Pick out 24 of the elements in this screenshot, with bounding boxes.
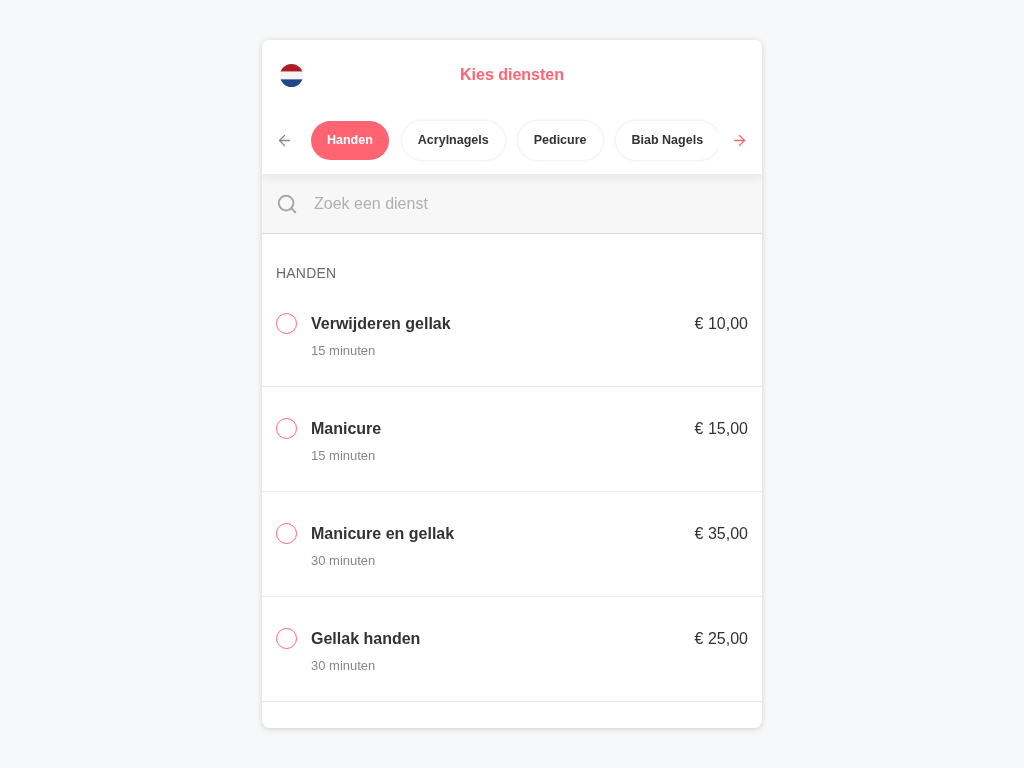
radio-button[interactable]: [276, 418, 297, 439]
service-duration: 30 minuten: [311, 553, 376, 568]
category-tab[interactable]: Pedicure: [517, 120, 603, 160]
service-duration: 15 minuten: [311, 448, 376, 463]
flag-icon[interactable]: [280, 63, 303, 87]
service-price: € 10,00: [694, 314, 748, 333]
service-price: € 25,00: [694, 629, 748, 648]
category-tab[interactable]: Acrylnagels: [401, 120, 505, 160]
search-field[interactable]: Zoek een dienst: [262, 174, 762, 234]
page-title: Kies diensten: [460, 66, 564, 84]
service-price: € 15,00: [694, 419, 748, 438]
category-tab[interactable]: Biab Nagels: [615, 120, 718, 160]
section-heading: HANDEN: [276, 265, 337, 282]
service-name: Verwijderen gellak: [311, 314, 451, 333]
radio-button[interactable]: [276, 313, 297, 334]
service-name: Manicure: [311, 419, 382, 438]
service-name: Manicure en gellak: [311, 524, 455, 543]
service-name: Gellak handen: [311, 629, 421, 648]
service-duration: 30 minuten: [311, 658, 376, 673]
radio-button[interactable]: [276, 523, 297, 544]
search-icon: [276, 193, 298, 215]
service-price: € 35,00: [694, 524, 748, 543]
radio-button[interactable]: [276, 628, 297, 649]
service-duration: 15 minuten: [311, 343, 376, 358]
